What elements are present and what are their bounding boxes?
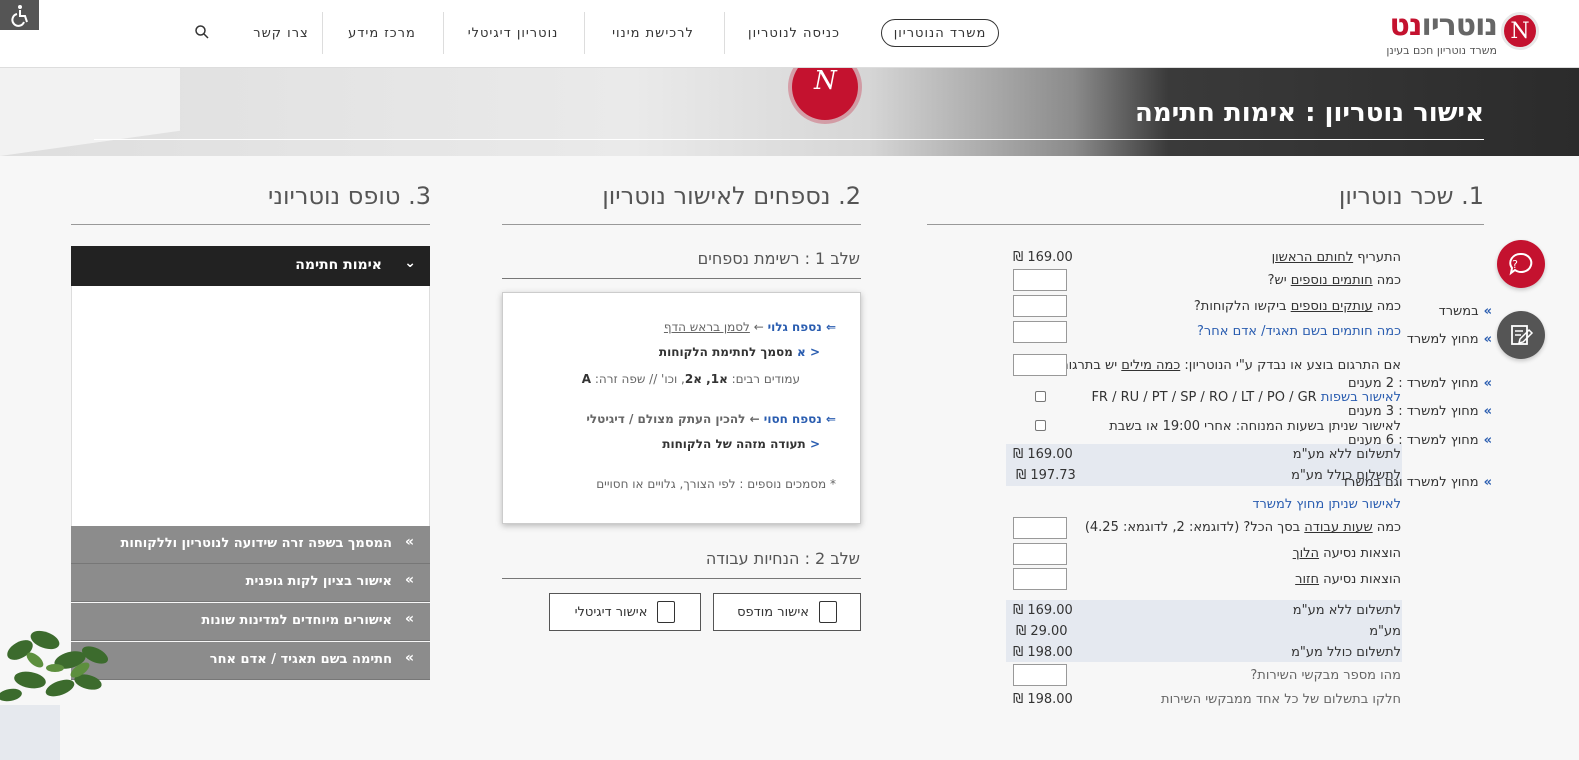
nav-subscribe[interactable]: לרכישת מינוי xyxy=(583,12,723,54)
col1-title: 1. שכר נוטריון xyxy=(1338,182,1484,210)
banner-divider xyxy=(94,139,1484,140)
page-title: אישור נוטריון : אימות חתימה xyxy=(1134,98,1484,128)
col3-divider xyxy=(71,224,430,225)
off-hours-label: לאישור שניתן בשעות המנוחה: אחרי 19:00 או… xyxy=(1109,419,1401,434)
form-link-outside-3[interactable]: »מחוץ למשרד : 3 מענים xyxy=(1348,404,1492,419)
accordion-corporate-signature[interactable]: » חתימה בשם תאגיד / אדם אחר xyxy=(71,642,430,680)
lock-document-icon xyxy=(657,601,676,623)
client-doc-line: < א מסמך לחתימת הלקוחות xyxy=(658,345,820,359)
corporate-signers-label[interactable]: כמה חותמים בשם תאגיד/ אדם אחר? xyxy=(1197,324,1401,339)
nav-info-center[interactable]: מרכז מידע xyxy=(321,12,443,54)
plant-decoration xyxy=(0,630,109,760)
printed-approval-label: אישור מודפס xyxy=(737,604,809,620)
accordion-foreign-language[interactable]: » המסמך בשפה זרה שידועה לנוטריון וללקוחות xyxy=(71,526,430,564)
step1-title: שלב 1 : רשימת נספחים xyxy=(697,249,860,268)
extra-copies-label: כמה עותקים נוספים ביקשו הלקוחות? xyxy=(1193,299,1401,314)
form-link-outside-and-office[interactable]: »מחוץ למשרד וגם במשרד xyxy=(1341,475,1492,490)
form-icon[interactable] xyxy=(1497,311,1545,359)
svg-text:?: ? xyxy=(1512,258,1518,271)
nav-digital-notary[interactable]: נוטריון דיגיטלי xyxy=(443,12,583,54)
split-value: 198.00 ₪ xyxy=(1013,692,1073,707)
logo[interactable]: N נוטריונט משרד נוטריון חכם בעינן xyxy=(1359,8,1539,58)
extra-signers-label: כמה חותמים נוספים יש? xyxy=(1267,273,1401,288)
subtotal-no-vat-1-label: לתשלום ללא מע"מ xyxy=(1292,447,1401,462)
nav-contact[interactable]: צרו קשר xyxy=(240,12,322,54)
chat-icon[interactable]: ? xyxy=(1497,240,1545,288)
subtotal-vat-1-value: 197.73 ₪ xyxy=(1016,468,1076,483)
accordion-signature-header[interactable]: ⌄ אימות חתימה xyxy=(71,246,430,286)
logo-tagline: משרד נוטריון חכם בעינן xyxy=(1386,44,1497,57)
col3-title: 3. טופס נוטריוני xyxy=(268,182,431,210)
logo-badge-icon: N xyxy=(1501,12,1539,50)
vat-label: מע"מ xyxy=(1369,624,1401,639)
col2-title: 2. נספחים לאישור נוטריון xyxy=(602,182,861,210)
total-vat-2-label: לתשלום כולל מע"מ xyxy=(1291,645,1401,660)
extra-copies-input[interactable] xyxy=(1013,295,1067,317)
languages-label: לאישור בשפות FR / RU / PT / SP / RO / LT… xyxy=(1091,390,1401,405)
col1-divider xyxy=(927,224,1484,225)
banner-paper-image xyxy=(0,68,180,156)
fee-first-signer-value: 169.00 ₪ xyxy=(1013,250,1073,265)
split-label: חלקו בתשלום של כל אחד ממבקשי השירות xyxy=(1161,692,1401,707)
translation-words-label: אם התרגום בוצע או נבדק ע"י הנוטריון: כמה… xyxy=(1053,358,1401,373)
step1-divider xyxy=(502,278,861,279)
step2-title: שלב 2 : הנחיות עבודה xyxy=(705,549,860,568)
languages-checkbox[interactable] xyxy=(1035,391,1046,402)
digital-approval-button[interactable]: אישור דיגיטלי xyxy=(549,593,701,631)
requesters-label: מהו מספר מבקשי השירות? xyxy=(1250,668,1401,683)
form-link-outside-2[interactable]: »מחוץ למשרד : 2 מענים xyxy=(1348,376,1492,391)
translation-words-input[interactable] xyxy=(1013,354,1067,376)
form-link-outside[interactable]: »מחוץ למשרד xyxy=(1407,332,1492,347)
accessibility-icon[interactable] xyxy=(0,0,39,30)
accordion-special-countries[interactable]: » אישורים מיוחדים למדינות שונות xyxy=(71,603,430,641)
fee-first-signer-label: התעריף לחותם הראשון xyxy=(1271,250,1401,265)
subtotal-no-vat-1-value: 169.00 ₪ xyxy=(1013,447,1073,462)
travel-go-label: הוצאות נסיעה הלוך xyxy=(1292,546,1401,561)
open-appendix-line: ⇐ נספח גלוי ← לסמן בראש הדף xyxy=(663,320,836,334)
accordion-disability[interactable]: » אישור בציון לקות גופנית xyxy=(71,564,430,602)
requesters-input[interactable] xyxy=(1013,664,1067,686)
banner-seal-icon: N xyxy=(792,68,858,120)
form-link-outside-6[interactable]: »מחוץ למשרד : 6 מענים xyxy=(1348,433,1492,448)
id-doc-line: < תעודה מזהה של הלקוחות xyxy=(662,437,820,451)
outside-office-label[interactable]: לאישור שניתן מחוץ למשרד xyxy=(1252,497,1401,512)
corporate-signers-input[interactable] xyxy=(1013,321,1067,343)
logo-text: נוטריונט xyxy=(1389,8,1498,43)
digital-approval-label: אישור דיגיטלי xyxy=(574,604,648,620)
office-button[interactable]: משרד הנוטריון xyxy=(881,19,999,47)
vat-value: 29.00 ₪ xyxy=(1016,624,1068,639)
form-link-in-office[interactable]: »במשרד xyxy=(1439,304,1492,319)
subtotal-no-vat-2-label: לתשלום ללא מע"מ xyxy=(1292,603,1401,618)
printed-approval-button[interactable]: אישור מודפס xyxy=(713,593,861,631)
accordion-signature-body xyxy=(71,286,430,526)
off-hours-checkbox[interactable] xyxy=(1035,420,1046,431)
page-banner: N אישור נוטריון : אימות חתימה xyxy=(0,68,1579,156)
double-chevron-down-icon: ⌄ xyxy=(404,255,416,271)
subtotal-no-vat-2-value: 169.00 ₪ xyxy=(1013,603,1073,618)
work-hours-input[interactable] xyxy=(1013,517,1067,539)
appendix-card: ⇐ נספח גלוי ← לסמן בראש הדף < א מסמך לחת… xyxy=(502,292,861,524)
additional-docs-line: * מסמכים נוספים : לפי הצורך, גלויים או ח… xyxy=(596,477,836,491)
hidden-appendix-line: ⇐ נספח חסוי ← להכין העתק מצולם / דיגיטלי xyxy=(586,412,836,426)
travel-back-label: הוצאות נסיעה חזור xyxy=(1295,572,1401,587)
nav-login[interactable]: כניסה לנוטריון xyxy=(727,12,861,54)
step2-divider xyxy=(502,578,861,579)
extra-signers-input[interactable] xyxy=(1013,269,1067,291)
document-icon xyxy=(818,601,837,623)
site-header: N נוטריונט משרד נוטריון חכם בעינן משרד ה… xyxy=(0,0,1579,68)
multi-page-line: עמודים רבים: א1, א2, וכו' // שפה זרה: A xyxy=(581,372,800,386)
col2-divider xyxy=(502,224,861,225)
travel-back-input[interactable] xyxy=(1013,568,1067,590)
travel-go-input[interactable] xyxy=(1013,543,1067,565)
search-icon[interactable] xyxy=(194,24,210,40)
work-hours-label: כמה שעות עבודה בסך הכל? (לדוגמא: 2, לדוג… xyxy=(1084,520,1401,535)
total-vat-2-value: 198.00 ₪ xyxy=(1013,645,1073,660)
